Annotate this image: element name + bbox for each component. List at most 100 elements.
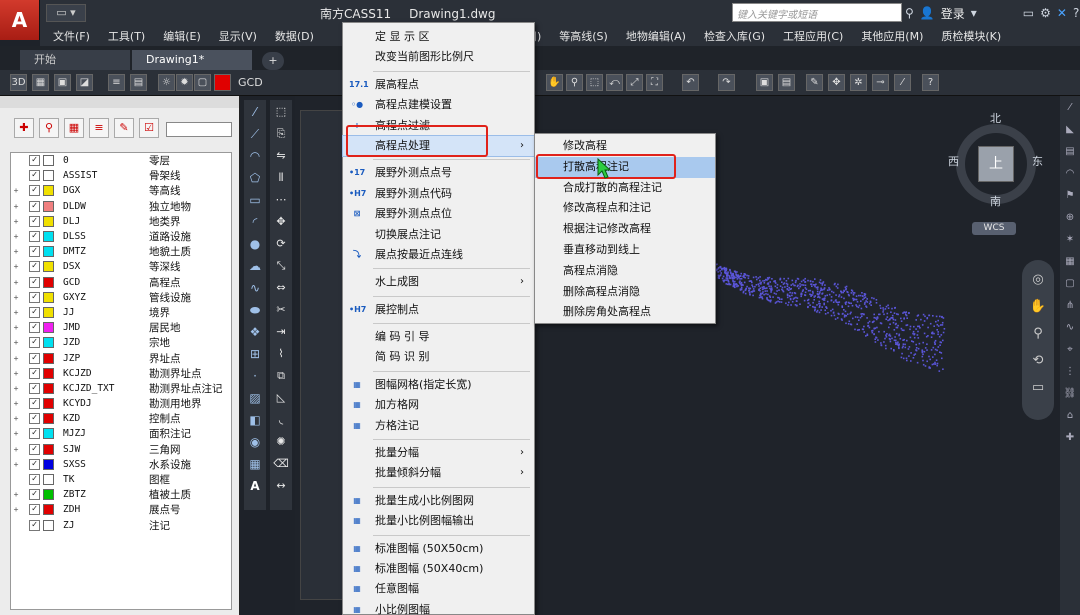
layer-color-swatch[interactable] [43, 200, 54, 212]
box-icon[interactable]: ▢ [1062, 278, 1078, 294]
layer-set-icon[interactable]: ▦ [64, 118, 84, 138]
layer-row[interactable]: + ✓ DLDW 独立地物 [11, 199, 231, 214]
layer-row[interactable]: + ✓ DLJ 地类界 [11, 214, 231, 229]
expand-icon[interactable]: + [11, 429, 21, 438]
cart-icon[interactable]: ▭ [1023, 6, 1034, 20]
zoom-window-icon[interactable]: ⬚ [586, 74, 603, 91]
layer-manager-icon[interactable]: ≡ [108, 74, 125, 91]
select-icon[interactable]: ⬚ [272, 103, 290, 121]
compass-north[interactable]: 北 [990, 110, 1001, 126]
layer-row[interactable]: + ✓ KCJZD_TXT 勘测界址点注记 [11, 381, 231, 396]
layer-visible-checkbox[interactable]: ✓ [29, 306, 40, 318]
layer-visible-checkbox[interactable]: ✓ [29, 382, 40, 394]
layer-visible-checkbox[interactable]: ✓ [29, 367, 40, 379]
submenu-item[interactable]: 高程点消隐 [535, 261, 715, 282]
layer-color-swatch[interactable] [43, 215, 54, 227]
menu-item[interactable]: ▦ 任意图幅 [343, 579, 534, 599]
bulb-icon[interactable]: ☼ [158, 74, 175, 91]
menu-item[interactable]: 水上成图 › [343, 272, 534, 292]
circle-arc-icon[interactable]: ◜ [246, 213, 264, 231]
layer-visible-checkbox[interactable]: ✓ [29, 337, 40, 349]
menu-data[interactable]: 数据(D) [266, 28, 323, 44]
cloud-icon[interactable]: ☁ [246, 257, 264, 275]
layer-row[interactable]: + ✓ KCYDJ 勘测用地界 [11, 396, 231, 411]
current-layer[interactable]: GCD [238, 76, 263, 89]
layer-filter-icon[interactable]: ⚲ [39, 118, 59, 138]
menu-item[interactable]: ⊠ 展野外测点点位 [343, 204, 534, 224]
menu-item[interactable]: ▦ 批量生成小比例图网 [343, 491, 534, 511]
tree-icon[interactable]: ⋔ [1062, 300, 1078, 316]
expand-icon[interactable]: + [11, 293, 21, 302]
expand-icon[interactable]: + [11, 186, 21, 195]
view-icon[interactable]: ▦ [32, 74, 49, 91]
offset-icon[interactable]: ⫴ [272, 169, 290, 187]
menu-item[interactable]: •17 展野外测点点号 [343, 163, 534, 183]
ellipse-icon[interactable]: ⬬ [246, 301, 264, 319]
layer-visible-checkbox[interactable]: ✓ [29, 170, 40, 182]
layer-color-swatch[interactable] [43, 367, 54, 379]
expand-icon[interactable]: + [11, 278, 21, 287]
expand-icon[interactable]: + [11, 217, 21, 226]
help-icon[interactable]: ? [922, 74, 939, 91]
star-icon[interactable]: ✶ [1062, 234, 1078, 250]
layer-visible-checkbox[interactable]: ✓ [29, 231, 40, 243]
layer-row[interactable]: + ✓ SXSS 水系设施 [11, 457, 231, 472]
expand-icon[interactable]: + [11, 338, 21, 347]
gradient-icon[interactable]: ◧ [246, 411, 264, 429]
hatch-icon[interactable]: ▨ [246, 389, 264, 407]
layer-visible-checkbox[interactable]: ✓ [29, 200, 40, 212]
layer-row[interactable]: + ✓ MJZJ 面积注记 [11, 426, 231, 441]
erase-icon[interactable]: ⌫ [272, 455, 290, 473]
scale-icon[interactable]: ⤡ [272, 257, 290, 275]
menu-item[interactable]: ◦● 高程点建模设置 [343, 95, 534, 115]
layer-state-icon[interactable]: ▤ [130, 74, 147, 91]
viewcube-face[interactable]: 上 [978, 146, 1014, 182]
properties-icon[interactable]: ▤ [778, 74, 795, 91]
layer-row[interactable]: + ✓ DMTZ 地貌土质 [11, 244, 231, 259]
expand-icon[interactable]: + [11, 232, 21, 241]
expand-icon[interactable]: + [11, 308, 21, 317]
layer-edit-icon[interactable]: ✎ [114, 118, 134, 138]
render-icon[interactable]: ◪ [76, 74, 93, 91]
login-link[interactable]: 登录 [941, 5, 965, 22]
user-icon[interactable]: 👤 [920, 6, 935, 20]
lock-icon[interactable]: ▢ [194, 74, 211, 91]
layer-color-swatch[interactable] [43, 474, 54, 486]
array-icon[interactable]: ⋯ [272, 191, 290, 209]
zoom-all-icon[interactable]: ⛶ [646, 74, 663, 91]
insert-icon[interactable]: ⊞ [246, 345, 264, 363]
layer-row[interactable]: + ✓ KCJZD 勘测界址点 [11, 366, 231, 381]
measure-icon[interactable]: ⊸ [872, 74, 889, 91]
layer-filter-input[interactable] [166, 122, 232, 137]
circle-icon[interactable]: ● [246, 235, 264, 253]
layer-row[interactable]: + ✓ DSX 等深线 [11, 259, 231, 274]
menu-edit[interactable]: 编辑(E) [154, 28, 210, 44]
orbit-icon[interactable]: ⟲ [1022, 353, 1054, 368]
layer-color-swatch[interactable] [43, 413, 54, 425]
zoom-prev-icon[interactable]: ⤺ [606, 74, 623, 91]
layer-visible-checkbox[interactable]: ✓ [29, 276, 40, 288]
layer-color-swatch[interactable] [43, 428, 54, 440]
menu-item[interactable]: 17.1 展高程点 [343, 75, 534, 95]
menu-file[interactable]: 文件(F) [44, 28, 99, 44]
node-icon[interactable]: ⊕ [1062, 212, 1078, 228]
expand-icon[interactable]: + [11, 445, 21, 454]
expand-icon[interactable]: + [11, 399, 21, 408]
pan-icon[interactable]: ✋ [1022, 299, 1054, 314]
pen-icon[interactable]: ⁄ [1062, 102, 1078, 118]
3d-icon[interactable]: 3D [10, 74, 27, 91]
menu-item[interactable]: 批量分幅 › [343, 443, 534, 463]
search-input[interactable]: 键入关键字或短语 [732, 3, 902, 22]
layer-visible-checkbox[interactable]: ✓ [29, 504, 40, 516]
layer-visible-checkbox[interactable]: ✓ [29, 519, 40, 531]
layer-color-swatch[interactable] [43, 398, 54, 410]
expand-icon[interactable]: + [11, 354, 21, 363]
menu-feature-edit[interactable]: 地物编辑(A) [617, 28, 695, 44]
color-swatch-icon[interactable] [214, 74, 231, 91]
save-icon[interactable]: ▣ [756, 74, 773, 91]
text-icon[interactable]: A [246, 477, 264, 495]
point-icon[interactable]: · [246, 367, 264, 385]
layer-row[interactable]: + ✓ KZD 控制点 [11, 411, 231, 426]
layer-visible-checkbox[interactable]: ✓ [29, 428, 40, 440]
layer-visible-checkbox[interactable]: ✓ [29, 458, 40, 470]
